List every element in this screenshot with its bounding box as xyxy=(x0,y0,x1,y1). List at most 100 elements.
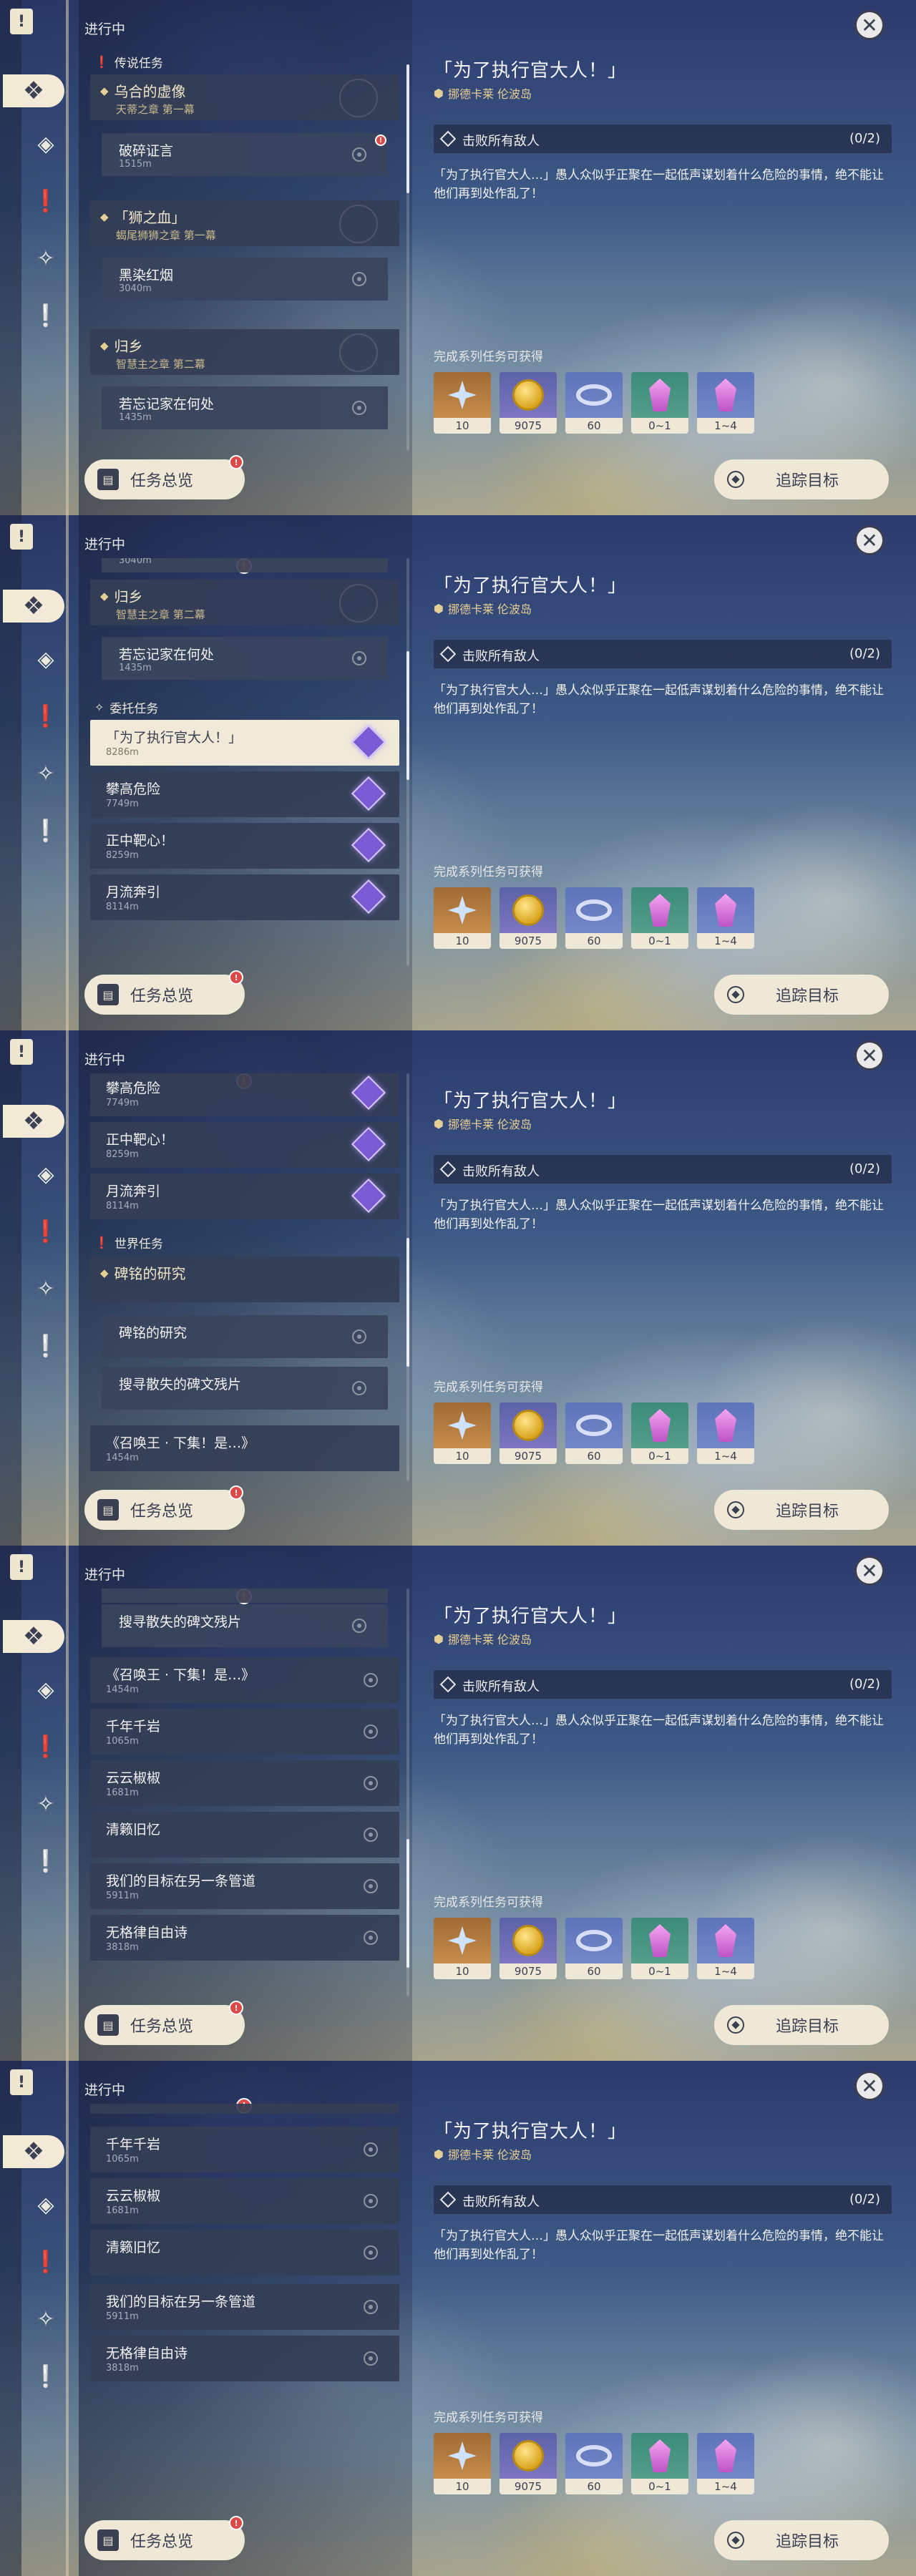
quest-overview-button[interactable]: ▤ 任务总览! xyxy=(84,455,245,499)
reward-item[interactable]: 60 xyxy=(565,2433,623,2494)
reward-item[interactable]: 60 xyxy=(565,887,623,949)
subquest-item[interactable]: 若忘记家在何处 1435m xyxy=(102,386,388,429)
location-pin-icon[interactable] xyxy=(364,2300,378,2314)
commission-item[interactable]: 月流奔引 8114m xyxy=(90,874,399,920)
category-story[interactable]: ❗ xyxy=(31,187,60,216)
location-pin-icon[interactable] xyxy=(352,147,366,162)
reward-item[interactable]: 9075 xyxy=(500,1918,557,1979)
commission-item[interactable]: 攀高危险 7749m xyxy=(90,771,399,817)
location-pin-icon[interactable] xyxy=(364,1776,378,1790)
category-story[interactable]: ❗ xyxy=(31,1733,60,1762)
category-world[interactable]: ❕ xyxy=(31,302,60,331)
commission-item[interactable]: 正中靶心！ 8259m xyxy=(90,1122,399,1168)
reward-item[interactable]: 10 xyxy=(434,1402,491,1464)
subquest-item[interactable]: 破碎证言 1515m ! xyxy=(102,133,388,176)
world-quest-item[interactable]: 《召唤王 · 下集！是…》 1454m xyxy=(90,1425,399,1471)
category-commission[interactable]: ✧ xyxy=(31,760,60,789)
world-quest-item[interactable]: 清籁旧忆 xyxy=(90,1812,399,1858)
commission-item[interactable]: 攀高危险 7749m xyxy=(90,1073,399,1116)
subquest-item[interactable]: 搜寻散失的碑文残片 xyxy=(102,1604,388,1647)
world-quest-item[interactable]: 无格律自由诗 3818m xyxy=(90,1915,399,1961)
reward-item[interactable]: 60 xyxy=(565,372,623,434)
scrollbar-thumb[interactable] xyxy=(406,1238,409,1367)
scrollbar-thumb[interactable] xyxy=(406,64,409,193)
scrollbar-thumb[interactable] xyxy=(406,1839,409,1968)
chapter-item[interactable]: ◆ 「狮之血」 蝎尾狮狮之章 第一幕 xyxy=(90,200,399,246)
chapter-item[interactable]: ◆ 乌合的虚像 天蒂之章 第一幕 xyxy=(90,74,399,120)
subquest-item[interactable]: 碑铭的研究 xyxy=(102,1315,388,1358)
world-quest-item[interactable]: 《召唤王 · 下集！是…》 1454m xyxy=(90,2104,399,2114)
category-world[interactable]: ❕ xyxy=(31,2363,60,2391)
subquest-item[interactable]: 搜寻散失的碑文残片 xyxy=(102,1367,388,1410)
reward-item[interactable]: 9075 xyxy=(500,372,557,434)
quest-overview-button[interactable]: ▤ 任务总览! xyxy=(84,2516,245,2560)
reward-item[interactable]: 60 xyxy=(565,1402,623,1464)
close-button[interactable]: ✕ xyxy=(854,10,885,40)
world-quest-item[interactable]: 云云椒椒 1681m xyxy=(90,1760,399,1806)
scrollbar-thumb[interactable] xyxy=(406,651,409,780)
track-objective-button[interactable]: 追踪目标 xyxy=(714,2005,889,2045)
reward-item[interactable]: 1~4 xyxy=(697,1402,754,1464)
subquest-item[interactable]: 黑染红烟 3040m xyxy=(102,258,388,301)
location-pin-icon[interactable] xyxy=(364,2245,378,2260)
subquest-item[interactable]: 若忘记家在何处 1435m xyxy=(102,637,388,680)
reward-item[interactable]: 0~1 xyxy=(631,372,688,434)
world-quest-item[interactable]: 我们的目标在另一条管道 5911m xyxy=(90,1863,399,1909)
reward-item[interactable]: 0~1 xyxy=(631,2433,688,2494)
category-all[interactable]: ❖ xyxy=(3,1620,64,1653)
reward-item[interactable]: 60 xyxy=(565,1918,623,1979)
subquest-item[interactable]: 碑铭的研究 xyxy=(102,1589,388,1603)
location-pin-icon[interactable] xyxy=(364,2194,378,2208)
track-objective-button[interactable]: 追踪目标 xyxy=(714,975,889,1015)
location-pin-icon[interactable] xyxy=(364,2142,378,2157)
category-archon[interactable]: ◈ xyxy=(31,1161,60,1189)
reward-item[interactable]: 10 xyxy=(434,1918,491,1979)
reward-item[interactable]: 0~1 xyxy=(631,1918,688,1979)
location-pin-icon[interactable] xyxy=(364,1931,378,1945)
location-pin-icon[interactable] xyxy=(352,1381,366,1395)
subquest-item[interactable]: 黑染红烟 3040m xyxy=(102,558,388,572)
location-pin-icon[interactable] xyxy=(352,272,366,286)
reward-item[interactable]: 10 xyxy=(434,887,491,949)
reward-item[interactable]: 1~4 xyxy=(697,1918,754,1979)
commission-item[interactable]: 正中靶心！ 8259m xyxy=(90,823,399,869)
close-button[interactable]: ✕ xyxy=(854,1040,885,1070)
world-quest-item[interactable]: 清籁旧忆 xyxy=(90,2230,399,2275)
location-pin-icon[interactable] xyxy=(364,1828,378,1842)
category-all[interactable]: ❖ xyxy=(3,590,64,623)
chapter-item[interactable]: ◆ 归乡 智慧主之章 第二幕 xyxy=(90,329,399,375)
world-quest-item[interactable]: 无格律自由诗 3818m xyxy=(90,2336,399,2381)
quest-overview-button[interactable]: ▤ 任务总览! xyxy=(84,2001,245,2045)
location-pin-icon[interactable] xyxy=(364,1673,378,1687)
category-archon[interactable]: ◈ xyxy=(31,2191,60,2220)
category-world[interactable]: ❕ xyxy=(31,1848,60,1876)
track-objective-button[interactable]: 追踪目标 xyxy=(714,2520,889,2560)
reward-item[interactable]: 9075 xyxy=(500,887,557,949)
reward-item[interactable]: 0~1 xyxy=(631,887,688,949)
category-story[interactable]: ❗ xyxy=(31,1218,60,1246)
world-quest-item[interactable]: 《召唤王 · 下集！是…》 1454m xyxy=(90,1657,399,1703)
close-button[interactable]: ✕ xyxy=(854,525,885,555)
location-pin-icon[interactable] xyxy=(364,1724,378,1739)
category-world[interactable]: ❕ xyxy=(31,817,60,846)
world-quest-header[interactable]: ◆ 碑铭的研究 xyxy=(90,1257,399,1302)
category-commission[interactable]: ✧ xyxy=(31,1275,60,1304)
reward-item[interactable]: 9075 xyxy=(500,1402,557,1464)
category-archon[interactable]: ◈ xyxy=(31,1676,60,1704)
world-quest-item[interactable]: 千年千岩 1065m xyxy=(90,2127,399,2172)
reward-item[interactable]: 1~4 xyxy=(697,372,754,434)
category-all[interactable]: ❖ xyxy=(3,2135,64,2168)
category-commission[interactable]: ✧ xyxy=(31,245,60,273)
reward-item[interactable]: 10 xyxy=(434,372,491,434)
quest-overview-button[interactable]: ▤ 任务总览! xyxy=(84,970,245,1015)
reward-item[interactable]: 1~4 xyxy=(697,2433,754,2494)
world-quest-item[interactable]: 云云椒椒 1681m xyxy=(90,2178,399,2224)
reward-item[interactable]: 10 xyxy=(434,2433,491,2494)
track-objective-button[interactable]: 追踪目标 xyxy=(714,459,889,499)
world-quest-item[interactable]: 千年千岩 1065m xyxy=(90,1709,399,1755)
category-all[interactable]: ❖ xyxy=(3,1105,64,1138)
location-pin-icon[interactable] xyxy=(352,651,366,665)
close-button[interactable]: ✕ xyxy=(854,2071,885,2101)
quest-overview-button[interactable]: ▤ 任务总览! xyxy=(84,1485,245,1530)
category-archon[interactable]: ◈ xyxy=(31,645,60,674)
